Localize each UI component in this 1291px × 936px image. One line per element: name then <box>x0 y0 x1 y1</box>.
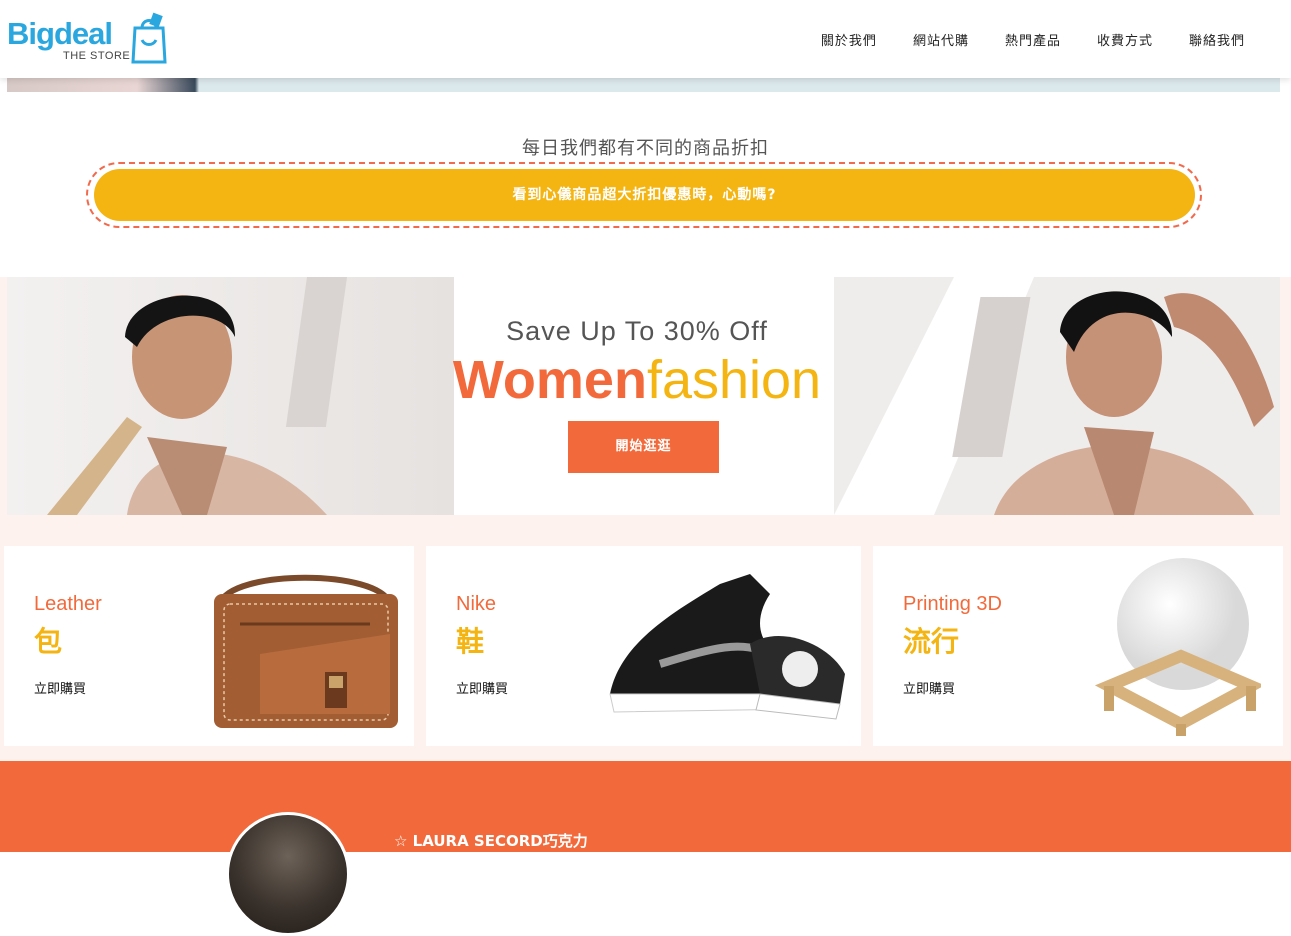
logo[interactable]: Bigdeal THE STORE <box>7 12 172 68</box>
nav-item-purchase-service[interactable]: 網站代購 <box>913 30 969 49</box>
main-nav: 關於我們 網站代購 熱門產品 收費方式 聯絡我們 <box>821 30 1245 49</box>
nav-item-about[interactable]: 關於我們 <box>821 30 877 49</box>
shopping-bag-icon <box>131 12 167 64</box>
logo-wordmark: Bigdeal <box>7 16 113 52</box>
moon-lamp-image <box>1094 558 1261 736</box>
hero-title-fashion: fashion <box>646 350 822 410</box>
hero-subtitle: Save Up To 30% Off <box>506 316 768 346</box>
promo-title: 每日我們都有不同的商品折扣 <box>522 138 769 159</box>
promo-button[interactable]: 看到心儀商品超大折扣優惠時，心動嗎? <box>94 169 1195 221</box>
model-image-left <box>7 277 454 515</box>
leather-bag-image <box>214 574 398 728</box>
category-card-leather[interactable]: Leather 包 立即購買 <box>4 546 414 746</box>
nav-item-contact[interactable]: 聯絡我們 <box>1189 30 1245 49</box>
card-title-en: Printing 3D <box>903 593 1002 615</box>
logo-brand-part2: deal <box>53 16 113 51</box>
category-card-nike[interactable]: Nike 鞋 立即購買 <box>426 546 861 746</box>
card-title-en: Leather <box>34 593 102 615</box>
start-shopping-button[interactable]: 開始逛逛 <box>568 421 719 473</box>
buy-now-link[interactable]: 立即購買 <box>456 678 508 697</box>
nav-item-pricing[interactable]: 收費方式 <box>1097 30 1153 49</box>
card-title-zh: 鞋 <box>456 625 485 658</box>
card-title-zh: 流行 <box>903 625 960 658</box>
hero-title: Womenfashion <box>447 350 827 410</box>
card-title-en: Nike <box>456 593 497 615</box>
logo-brand-part1: Big <box>7 16 55 51</box>
site-header: Bigdeal THE STORE 關於我們 網站代購 熱門產品 收費方式 聯絡… <box>0 0 1291 78</box>
hero-title-women: Women <box>452 350 647 410</box>
testimonial-avatar <box>226 812 350 936</box>
logo-tagline: THE STORE <box>63 50 131 62</box>
testimonial-section <box>0 761 1291 852</box>
model-image-right <box>834 277 1280 515</box>
sneaker-image <box>609 574 845 720</box>
buy-now-link[interactable]: 立即購買 <box>34 678 86 697</box>
nav-item-hot-products[interactable]: 熱門產品 <box>1005 30 1061 49</box>
buy-now-link[interactable]: 立即購買 <box>903 678 955 697</box>
testimonial-title: ☆ LAURA SECORD巧克力 <box>394 832 588 850</box>
banner-strip <box>7 78 1280 92</box>
card-title-zh: 包 <box>34 625 63 658</box>
category-card-printing-3d[interactable]: Printing 3D 流行 立即購買 <box>873 546 1283 746</box>
